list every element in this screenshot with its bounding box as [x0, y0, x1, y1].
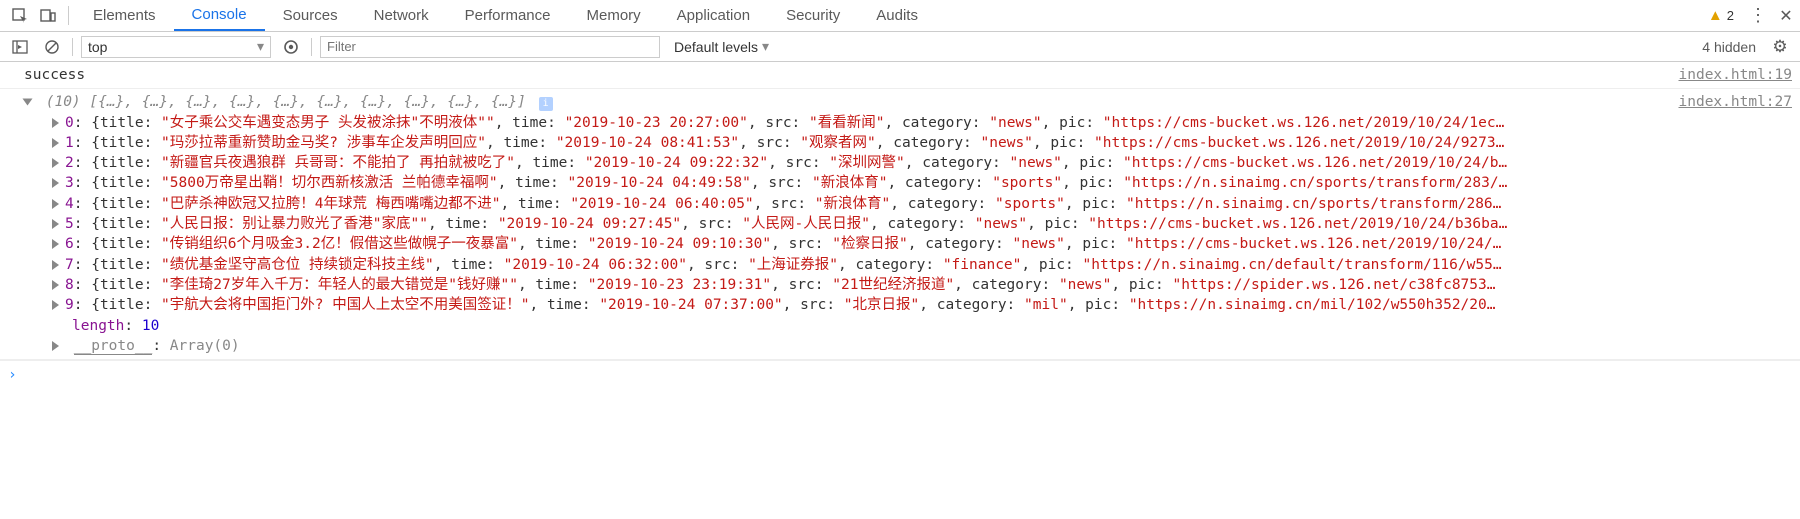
array-item: 9: {title: "宇航大会将中国拒门外? 中国人上太空不用美国签证！", … — [24, 295, 1792, 315]
array-summary: (10) [{…}, {…}, {…}, {…}, {…}, {…}, {…},… — [46, 94, 526, 110]
more-icon[interactable]: ⋮ — [1744, 0, 1772, 31]
array-item: 6: {title: "传销组织6个月吸金3.2亿！假借这些做幌子一夜暴富", … — [24, 234, 1792, 254]
expand-toggle[interactable] — [52, 178, 59, 188]
array-item: 5: {title: "人民日报：别让暴力败光了香港"家底"", time: "… — [24, 214, 1792, 234]
array-item: 8: {title: "李佳琦27岁年入千万：年轻人的最大错觉是"钱好赚"", … — [24, 275, 1792, 295]
sidebar-toggle-icon[interactable] — [8, 35, 32, 59]
chevron-down-icon: ▾ — [762, 38, 769, 55]
gear-icon[interactable]: ⚙ — [1768, 35, 1792, 59]
source-link[interactable]: index.html:19 — [1667, 65, 1793, 85]
source-link[interactable]: index.html:27 — [1679, 92, 1793, 112]
log-message: success index.html:19 — [0, 62, 1800, 89]
expand-toggle[interactable] — [52, 219, 59, 229]
filter-input[interactable] — [320, 36, 660, 58]
array-item: 1: {title: "玛莎拉蒂重新赞助金马奖? 涉事车企发声明回应", tim… — [24, 133, 1792, 153]
device-toolbar-icon[interactable] — [34, 0, 62, 31]
devtools-tabbar: ElementsConsoleSourcesNetworkPerformance… — [0, 0, 1800, 32]
console-output: success index.html:19 (10) [{…}, {…}, {…… — [0, 62, 1800, 519]
expand-toggle[interactable] — [52, 138, 59, 148]
array-item: 7: {title: "绩优基金坚守高仓位 持续锁定科技主线", time: "… — [24, 255, 1792, 275]
tab-elements[interactable]: Elements — [75, 0, 174, 31]
log-message-array: (10) [{…}, {…}, {…}, {…}, {…}, {…}, {…},… — [0, 89, 1800, 360]
tab-audits[interactable]: Audits — [858, 0, 936, 31]
expand-toggle[interactable] — [52, 158, 59, 168]
expand-toggle[interactable] — [52, 118, 59, 128]
tab-network[interactable]: Network — [356, 0, 447, 31]
warning-icon: ▲ — [1708, 7, 1723, 24]
expand-toggle[interactable] — [52, 260, 59, 270]
log-levels-selector[interactable]: Default levels ▾ — [668, 38, 775, 55]
tab-performance[interactable]: Performance — [447, 0, 569, 31]
console-prompt[interactable]: › — [0, 360, 1800, 389]
tab-sources[interactable]: Sources — [265, 0, 356, 31]
tab-memory[interactable]: Memory — [569, 0, 659, 31]
context-selector[interactable]: top ▾ — [81, 36, 271, 58]
hidden-messages-count[interactable]: 4 hidden — [1702, 39, 1760, 55]
console-toolbar: top ▾ Default levels ▾ 4 hidden ⚙ — [0, 32, 1800, 62]
array-item: 2: {title: "新疆官兵夜遇狼群 兵哥哥：不能拍了 再拍就被吃了", t… — [24, 153, 1792, 173]
context-label: top — [88, 39, 107, 55]
array-item: 0: {title: "女子乘公交车遇变态男子 头发被涂抹"不明液体"", ti… — [24, 113, 1792, 133]
tab-security[interactable]: Security — [768, 0, 858, 31]
log-text: success — [24, 65, 1667, 85]
live-expression-icon[interactable] — [279, 35, 303, 59]
proto-key: __proto__ — [74, 338, 153, 355]
clear-console-icon[interactable] — [40, 35, 64, 59]
expand-toggle[interactable] — [52, 280, 59, 290]
warning-count-value: 2 — [1727, 8, 1734, 23]
length-key: length — [72, 318, 124, 334]
info-icon[interactable]: i — [539, 97, 553, 111]
chevron-down-icon: ▾ — [257, 38, 264, 55]
array-item: 3: {title: "5800万帝星出鞘！切尔西新核激活 兰帕德幸福啊", t… — [24, 173, 1792, 193]
expand-toggle[interactable] — [23, 99, 33, 106]
proto-value: Array(0) — [170, 338, 240, 354]
length-value: 10 — [142, 318, 159, 334]
warning-count[interactable]: ▲ 2 — [1698, 0, 1744, 31]
close-icon[interactable]: ✕ — [1772, 0, 1800, 31]
array-item: 4: {title: "巴萨杀神欧冠又拉胯！4年球荒 梅西嘴嘴边都不进", ti… — [24, 194, 1792, 214]
expand-toggle[interactable] — [52, 341, 59, 351]
tab-application[interactable]: Application — [659, 0, 768, 31]
expand-toggle[interactable] — [52, 239, 59, 249]
expand-toggle[interactable] — [52, 300, 59, 310]
inspect-element-icon[interactable] — [6, 0, 34, 31]
expand-toggle[interactable] — [52, 199, 59, 209]
levels-label: Default levels — [674, 39, 758, 55]
tab-console[interactable]: Console — [174, 0, 265, 31]
